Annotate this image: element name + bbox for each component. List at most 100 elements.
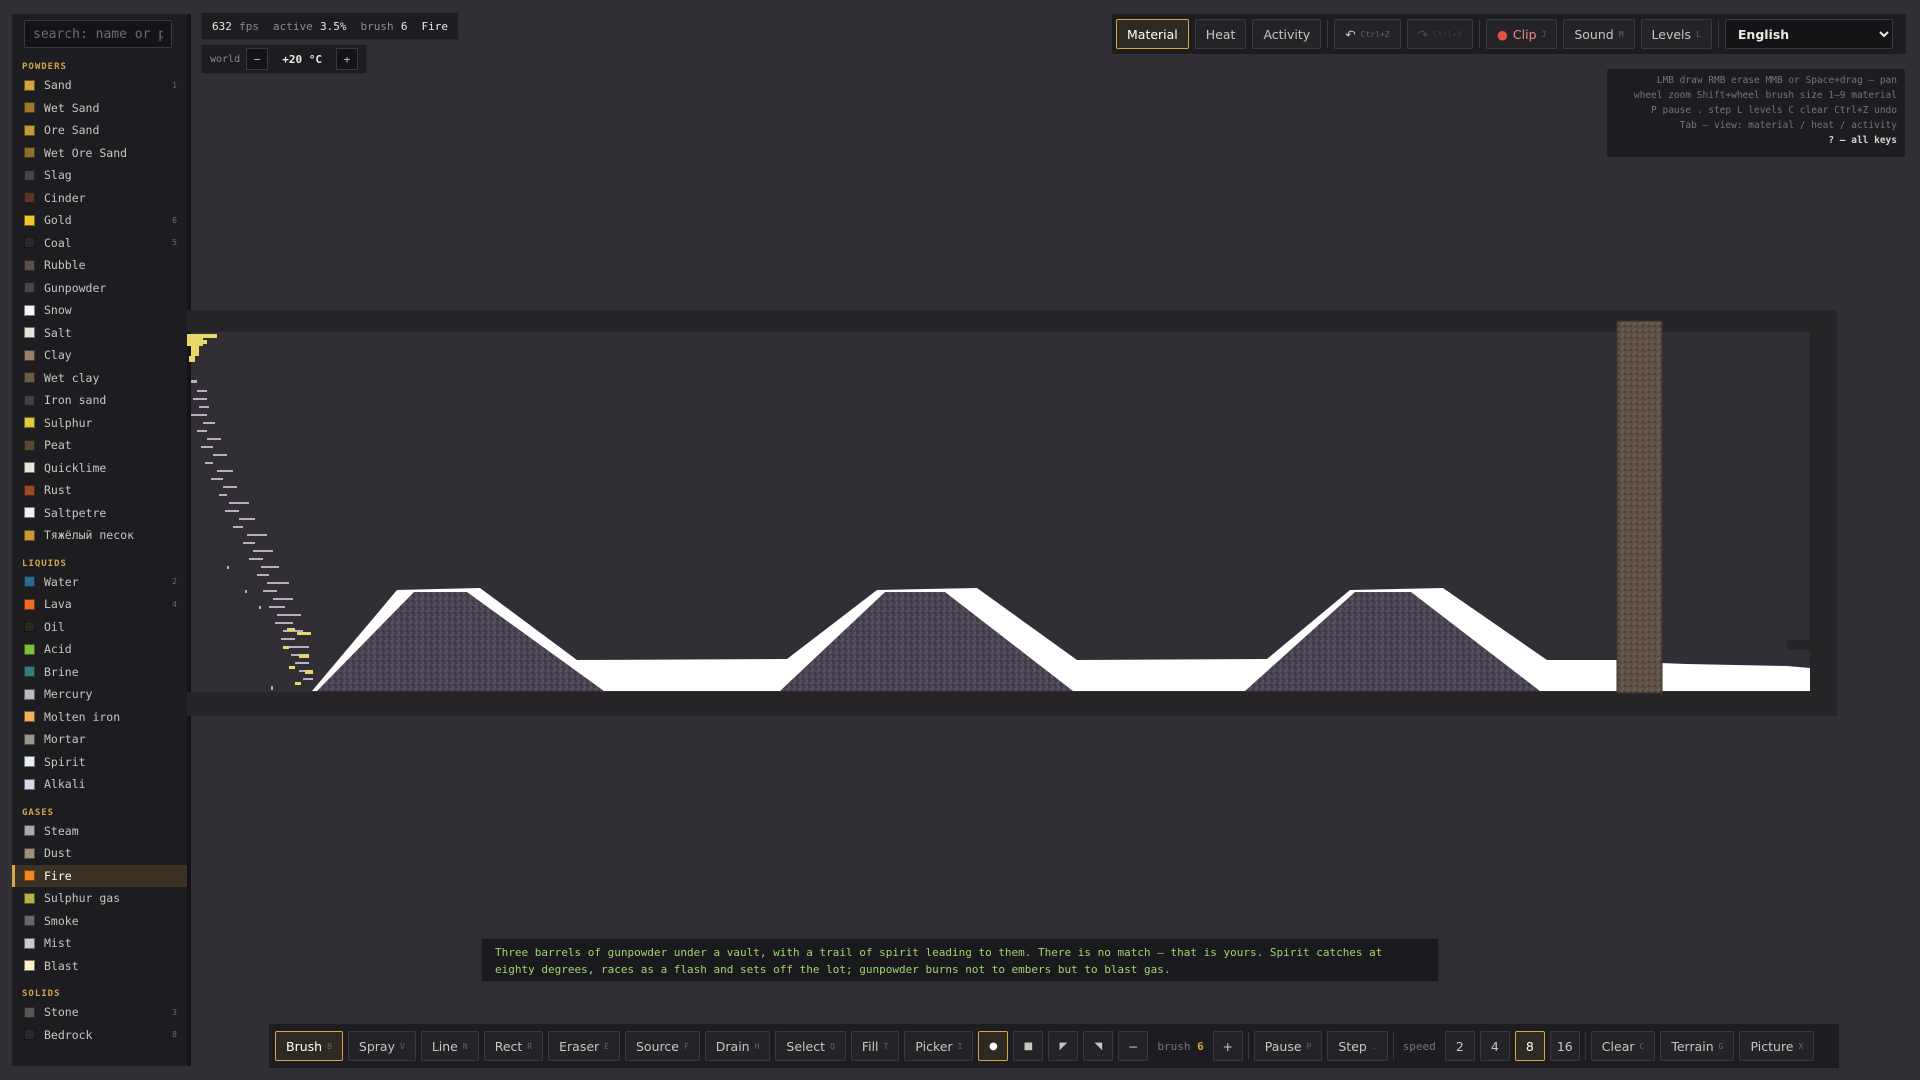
material-item[interactable]: Sulphur bbox=[12, 412, 187, 435]
material-item[interactable]: Brine bbox=[12, 661, 187, 684]
material-item[interactable]: Peat bbox=[12, 434, 187, 457]
speed-4-button[interactable]: 4 bbox=[1479, 1031, 1510, 1061]
material-item[interactable]: Sand 1 bbox=[12, 74, 187, 97]
toolbar-divider bbox=[1392, 1032, 1394, 1060]
material-item[interactable]: Spirit bbox=[12, 751, 187, 774]
material-item[interactable]: Oil bbox=[12, 616, 187, 639]
material-name: Oil bbox=[44, 619, 65, 634]
language-select[interactable]: English bbox=[1724, 19, 1893, 49]
shape-triangle-left-button[interactable]: ◤ bbox=[1048, 1031, 1079, 1061]
temperature-increase-button[interactable]: + bbox=[336, 48, 359, 70]
material-item[interactable]: Dust bbox=[12, 842, 187, 865]
material-item[interactable]: Gold 6 bbox=[12, 209, 187, 232]
simulation-canvas[interactable] bbox=[187, 310, 1837, 716]
material-item[interactable]: Steam bbox=[12, 820, 187, 843]
tool-eraser-button[interactable]: Eraser E bbox=[548, 1031, 620, 1061]
shape-triangle-right-button[interactable]: ◥ bbox=[1083, 1031, 1114, 1061]
material-item[interactable]: Slag bbox=[12, 164, 187, 187]
temperature-decrease-button[interactable]: − bbox=[246, 48, 269, 70]
tool-label: Select bbox=[786, 1038, 825, 1054]
tool-label: Line bbox=[431, 1038, 458, 1054]
material-item[interactable]: Bedrock 8 bbox=[12, 1024, 187, 1047]
levels-button[interactable]: Levels L bbox=[1640, 19, 1712, 49]
material-item[interactable]: Coal 5 bbox=[12, 232, 187, 255]
clear-button[interactable]: Clear C bbox=[1590, 1031, 1656, 1061]
material-name: Smoke bbox=[44, 913, 79, 928]
material-item[interactable]: Lava 4 bbox=[12, 593, 187, 616]
material-item[interactable]: Snow bbox=[12, 299, 187, 322]
fps-label: fps bbox=[239, 20, 259, 33]
tool-brush-button[interactable]: Brush B bbox=[275, 1031, 343, 1061]
view-heat-button[interactable]: Heat bbox=[1194, 19, 1247, 49]
material-swatch bbox=[24, 417, 35, 429]
levels-shortcut: L bbox=[1696, 29, 1701, 39]
material-item[interactable]: Fire bbox=[12, 864, 187, 887]
speed-16-button[interactable]: 16 bbox=[1549, 1031, 1580, 1061]
tool-rect-button[interactable]: Rect R bbox=[483, 1031, 544, 1061]
tool-select-button[interactable]: Select Q bbox=[775, 1031, 846, 1061]
material-item[interactable]: Stone 3 bbox=[12, 1001, 187, 1024]
step-button[interactable]: Step. bbox=[1327, 1031, 1388, 1061]
material-search-input[interactable] bbox=[24, 20, 172, 48]
view-material-button[interactable]: Material bbox=[1116, 19, 1189, 49]
material-item[interactable]: Acid bbox=[12, 638, 187, 661]
clip-record-button[interactable]: ● Clip J bbox=[1485, 19, 1558, 49]
picture-button[interactable]: Picture X bbox=[1739, 1031, 1815, 1061]
material-item[interactable]: Wet Sand bbox=[12, 97, 187, 120]
material-swatch bbox=[24, 304, 35, 316]
material-item[interactable]: Gunpowder bbox=[12, 277, 187, 300]
sound-label: Sound bbox=[1574, 26, 1614, 42]
shape-circle-button[interactable]: ● bbox=[978, 1031, 1009, 1061]
brush-increase-button[interactable]: + bbox=[1212, 1031, 1243, 1061]
terrain-label: Terrain bbox=[1671, 1038, 1714, 1054]
material-item[interactable]: Ore Sand bbox=[12, 119, 187, 142]
view-activity-button[interactable]: Activity bbox=[1252, 19, 1322, 49]
material-sidebar: POWDERS Sand 1 Wet Sand Ore Sand Wet Ore Sand… bbox=[12, 14, 191, 1066]
material-item[interactable]: Mist bbox=[12, 932, 187, 955]
material-item[interactable]: Mortar bbox=[12, 728, 187, 751]
material-item[interactable]: Тяжёлый песок bbox=[12, 524, 187, 547]
material-swatch bbox=[24, 576, 35, 588]
tool-spray-button[interactable]: Spray V bbox=[347, 1031, 416, 1061]
material-item[interactable]: Wet clay bbox=[12, 367, 187, 390]
brush-decrease-button[interactable]: − bbox=[1118, 1031, 1149, 1061]
redo-button[interactable]: ↷ Ctrl+Y bbox=[1406, 19, 1473, 49]
tool-picker-button[interactable]: Picker I bbox=[904, 1031, 974, 1061]
tool-drain-button[interactable]: Drain H bbox=[704, 1031, 771, 1061]
material-item[interactable]: Water 2 bbox=[12, 571, 187, 594]
material-name: Gunpowder bbox=[44, 280, 107, 295]
undo-icon: ↶ bbox=[1345, 26, 1356, 42]
material-swatch bbox=[24, 102, 35, 114]
pause-button[interactable]: Pause P bbox=[1253, 1031, 1323, 1061]
tool-source-button[interactable]: Source F bbox=[625, 1031, 700, 1061]
material-item[interactable]: Sulphur gas bbox=[12, 887, 187, 910]
material-swatch bbox=[24, 349, 35, 361]
undo-button[interactable]: ↶ Ctrl+Z bbox=[1334, 19, 1401, 49]
material-item[interactable]: Rust bbox=[12, 479, 187, 502]
terrain-button[interactable]: Terrain G bbox=[1660, 1031, 1735, 1061]
tool-fill-button[interactable]: Fill T bbox=[850, 1031, 900, 1061]
material-item[interactable]: Smoke bbox=[12, 910, 187, 933]
speed-2-button[interactable]: 2 bbox=[1444, 1031, 1475, 1061]
shape-square-button[interactable]: ■ bbox=[1013, 1031, 1044, 1061]
material-item[interactable]: Saltpetre bbox=[12, 502, 187, 525]
level-hint: Three barrels of gunpowder under a vault… bbox=[481, 938, 1439, 982]
material-item[interactable]: Clay bbox=[12, 344, 187, 367]
material-name: Blast bbox=[44, 958, 79, 973]
material-item[interactable]: Wet Ore Sand bbox=[12, 142, 187, 165]
material-item[interactable]: Molten iron bbox=[12, 706, 187, 729]
material-item[interactable]: Mercury bbox=[12, 683, 187, 706]
sound-button[interactable]: Sound M bbox=[1563, 19, 1635, 49]
material-item[interactable]: Alkali bbox=[12, 773, 187, 796]
material-item[interactable]: Quicklime bbox=[12, 457, 187, 480]
tool-line-button[interactable]: Line N bbox=[420, 1031, 479, 1061]
all-keys-link[interactable]: ? — all keys bbox=[1615, 133, 1897, 148]
speed-8-button[interactable]: 8 bbox=[1514, 1031, 1545, 1061]
material-item[interactable]: Blast bbox=[12, 955, 187, 978]
material-shortcut: 8 bbox=[172, 1030, 177, 1040]
material-item[interactable]: Salt bbox=[12, 322, 187, 345]
material-item[interactable]: Rubble bbox=[12, 254, 187, 277]
material-item[interactable]: Cinder bbox=[12, 187, 187, 210]
material-item[interactable]: Iron sand bbox=[12, 389, 187, 412]
material-name: Rust bbox=[44, 483, 72, 498]
